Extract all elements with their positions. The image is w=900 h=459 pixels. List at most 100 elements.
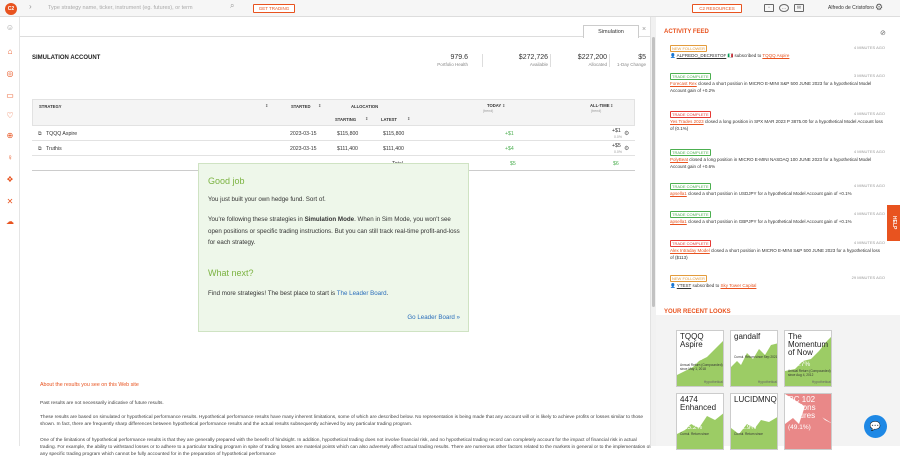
go-leader-board-link[interactable]: Go Leader Board » xyxy=(407,314,460,321)
feed-time: 29 MINUTES AGO xyxy=(851,275,885,280)
c2-resources-button[interactable]: C2 RESOURCES xyxy=(692,4,742,13)
chevron-right-icon[interactable]: › xyxy=(29,2,32,11)
metric-1-day-change: $5 1-Day Change xyxy=(609,54,646,67)
feed-body: subscribed to xyxy=(733,53,763,58)
portfolio-icon[interactable]: ▭ xyxy=(5,91,15,101)
look-card[interactable]: RC 102 Options Futures (49.1%) xyxy=(784,393,832,450)
scrollbar-thumb[interactable] xyxy=(652,37,655,307)
what-next-title: What next? xyxy=(208,268,254,278)
help-tab[interactable]: HELP xyxy=(887,205,900,241)
sort-icon[interactable]: ⇕ xyxy=(610,103,614,108)
latest-value: $115,800 xyxy=(383,131,405,137)
sort-icon[interactable]: ⇕ xyxy=(318,103,322,108)
feed-text: PolyBeat closed a long position in MICRO… xyxy=(670,157,885,170)
feed-link[interactable]: Yes Trades 2023 xyxy=(670,119,704,124)
trading-icon[interactable]: ⊕ xyxy=(5,131,15,141)
col-alltime[interactable]: ALL-TIME xyxy=(590,103,610,108)
metric-portfolio-health: 979.6 Portfolio Health xyxy=(418,54,468,67)
metric-label: Allocated xyxy=(588,62,607,67)
feed-body: closed a short position in GBPJPY for a … xyxy=(686,219,852,224)
sort-icon[interactable]: ⇕ xyxy=(365,116,369,121)
look-label: Cumul. Return since xyxy=(680,432,709,436)
screens-icon[interactable]: ♡ xyxy=(5,111,15,121)
col-latest[interactable]: LATEST xyxy=(381,117,397,122)
feed-badge: TRADE COMPLETE xyxy=(670,183,711,190)
monitor-icon[interactable]: ▫ xyxy=(764,4,774,12)
look-value: +15.2% xyxy=(680,424,703,431)
feed-badge: NEW FOLLOWER xyxy=(670,45,707,52)
ideas-icon[interactable]: ♀ xyxy=(5,153,15,163)
feed-link[interactable]: apsella1 xyxy=(670,191,687,196)
row-gear-icon[interactable]: ⚙ xyxy=(624,145,629,152)
table-row[interactable]: ⧉ TQQQ Aspire 2023-03-15 $115,800 $115,8… xyxy=(32,126,635,141)
look-label: Annual Return (Compounded) since May 1, … xyxy=(680,363,723,371)
col-alltime-sub: (trend) xyxy=(591,109,602,113)
leader-board-link[interactable]: The Leader Board xyxy=(337,290,387,297)
feed-item: NEW FOLLOWER 29 MINUTES AGO 👤 YTEST subs… xyxy=(670,275,885,290)
feed-link[interactable]: Alex Intraday Model xyxy=(670,248,710,253)
look-card[interactable]: TQQQ Aspire +58.6% Annual Return (Compou… xyxy=(676,330,724,387)
feed-link[interactable]: apsella1 xyxy=(670,219,687,224)
mail-icon[interactable]: ✉ xyxy=(794,4,804,12)
strategies-icon[interactable]: ◎ xyxy=(5,69,15,79)
feed-item: TRADE COMPLETE 4 MINUTES AGO Alex Intrad… xyxy=(670,240,885,261)
feed-link[interactable]: Forecast Rex xyxy=(670,81,697,86)
look-hyp: Hypothetical xyxy=(703,380,723,384)
search-input[interactable]: Type strategy name, ticker, instrument (… xyxy=(44,2,244,14)
feed-link[interactable]: PolyBeat xyxy=(670,157,688,162)
look-card[interactable]: 4474 Enhanced +15.2% Cumul. Return since xyxy=(676,393,724,450)
look-name: RC 102 Options Futures xyxy=(788,395,816,420)
good-job-line2: You're following these strategies in Sim… xyxy=(208,214,463,249)
look-card[interactable]: LUCIDMNQ +12.9% Cumul. Return since xyxy=(730,393,778,450)
good-job-line3: Find more strategies! The best place to … xyxy=(208,288,463,300)
feed-item: NEW FOLLOWER 4 MINUTES AGO 👤 ALFREDO_DEC… xyxy=(670,45,885,60)
feed-time: 4 MINUTES AGO xyxy=(853,111,885,116)
tools-icon[interactable]: ✕ xyxy=(5,197,15,207)
feed-user[interactable]: YTEST xyxy=(677,283,691,288)
feed-link[interactable]: TQQQ Aspire xyxy=(762,53,789,58)
look-name: gandalf xyxy=(734,332,761,341)
feed-item: TRADE COMPLETE 4 MINUTES AGO PolyBeat cl… xyxy=(670,149,885,170)
filter-off-icon[interactable]: ⊘ xyxy=(880,29,886,37)
feed-badge: NEW FOLLOWER xyxy=(670,275,707,282)
c2-logo[interactable]: C2 xyxy=(5,3,17,15)
look-card[interactable]: gandalf +34.1% Cumul. Return since Sep 2… xyxy=(730,330,778,387)
table-row[interactable]: ⧉ Truthis 2023-03-15 $111,400 $111,400 +… xyxy=(32,141,635,156)
row-gear-icon[interactable]: ⚙ xyxy=(624,130,629,137)
latest-value: $111,400 xyxy=(383,146,404,152)
feed-user[interactable]: ALFREDO_DECRISTOF xyxy=(677,53,727,58)
search-icon[interactable]: ⌕ xyxy=(230,1,234,11)
tab-strip: Simulation × xyxy=(20,17,650,38)
close-icon[interactable]: × xyxy=(642,26,646,33)
external-link-icon[interactable]: ⧉ xyxy=(38,146,42,153)
feed-body: closed a short position in USDJPY for a … xyxy=(686,191,852,196)
external-link-icon[interactable]: ⧉ xyxy=(38,131,42,138)
col-starting[interactable]: STARTING xyxy=(335,117,356,122)
col-started[interactable]: STARTED xyxy=(291,104,310,109)
look-card[interactable]: The Momentum of Now +21.7% Annual Return… xyxy=(784,330,832,387)
col-strategy[interactable]: STRATEGY xyxy=(39,104,62,109)
sort-icon[interactable]: ⇕ xyxy=(407,116,411,121)
account-icon[interactable]: ☁ xyxy=(5,217,15,227)
chat-bubble-icon[interactable]: 💬 xyxy=(864,415,887,438)
home-icon[interactable]: ⌂ xyxy=(5,47,15,57)
metric-available: $272,726 Available xyxy=(482,54,548,67)
avatar-icon[interactable]: ☺ xyxy=(5,23,15,33)
user-name[interactable]: Alfredo de Cristoforo xyxy=(828,5,874,11)
feed-link[interactable]: Sky Tower Capital xyxy=(720,283,756,288)
col-today[interactable]: TODAY xyxy=(487,103,501,108)
metric-value: $272,726 xyxy=(518,54,548,61)
chat-icon[interactable]: … xyxy=(779,4,789,12)
strategy-name[interactable]: Truthis xyxy=(46,146,62,152)
sort-icon[interactable]: ⇕ xyxy=(502,103,506,108)
col-allocation: ALLOCATION xyxy=(351,104,379,109)
tab-simulation[interactable]: Simulation xyxy=(583,25,639,38)
main-content: Simulation × SIMULATION ACCOUNT 979.6 Po… xyxy=(20,17,651,457)
activity-feed-title: ACTIVITY FEED xyxy=(664,29,709,35)
grow-icon[interactable]: ❖ xyxy=(5,175,15,185)
sidebar: ☺ ⌂ ◎ ▭ ♡ ⊕ ♀ ❖ ✕ ☁ xyxy=(0,17,20,446)
gear-icon[interactable]: ⚙ xyxy=(875,2,883,13)
get-trading-button[interactable]: GET TRADING xyxy=(253,4,295,13)
strategy-name[interactable]: TQQQ Aspire xyxy=(46,131,77,137)
sort-icon[interactable]: ⇕ xyxy=(265,103,269,108)
